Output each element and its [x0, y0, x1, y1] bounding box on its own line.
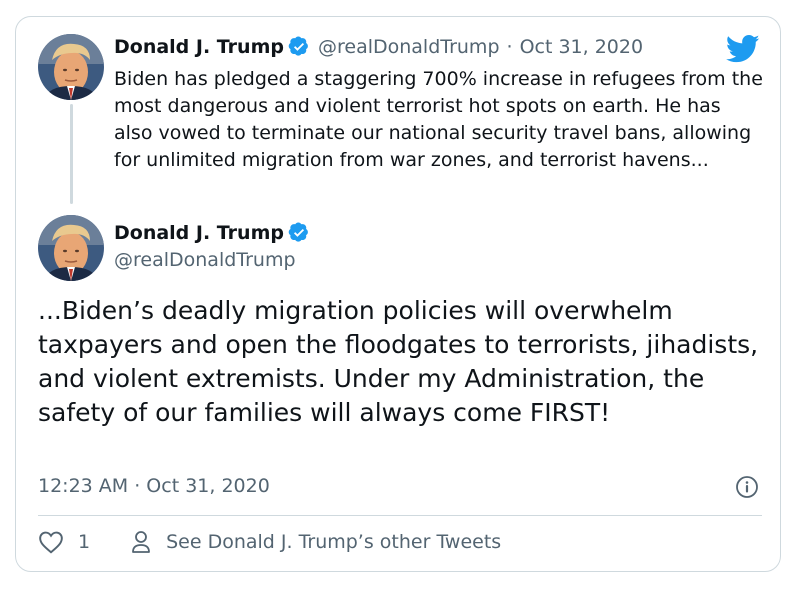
info-icon[interactable] [735, 475, 759, 499]
like-count[interactable]: 1 [78, 531, 90, 553]
tweet-date[interactable]: Oct 31, 2020 [520, 36, 644, 58]
tweet2-body: ...Biden’s deadly migration policies wil… [38, 296, 759, 427]
verified-badge-icon [288, 36, 308, 56]
see-other-tweets-link[interactable]: See Donald J. Trump’s other Tweets [166, 531, 501, 553]
tweet1-header: Donald J. Trump @realDonaldTrump · Oct 3… [114, 36, 643, 58]
tweet1-body: Biden has pledged a staggering 700% incr… [114, 68, 763, 171]
thread-connector-line [70, 104, 73, 204]
divider [38, 515, 762, 516]
author-name[interactable]: Donald J. Trump [114, 36, 284, 58]
avatar[interactable] [38, 34, 104, 100]
author-handle[interactable]: @realDonaldTrump [114, 249, 296, 271]
separator-dot: · [506, 36, 513, 58]
tweet-timestamp[interactable]: 12:23 AM · Oct 31, 2020 [38, 475, 270, 497]
tweet2-header: Donald J. Trump [114, 222, 318, 244]
author-handle[interactable]: @realDonaldTrump [318, 36, 500, 58]
person-icon[interactable] [130, 530, 152, 554]
heart-icon[interactable] [38, 530, 64, 554]
author-name[interactable]: Donald J. Trump [114, 222, 284, 244]
tweet-actions: 1 See Donald J. Trump’s other Tweets [38, 530, 501, 554]
twitter-bird-icon[interactable] [726, 34, 760, 64]
avatar[interactable] [38, 215, 104, 281]
verified-badge-icon [288, 222, 308, 242]
